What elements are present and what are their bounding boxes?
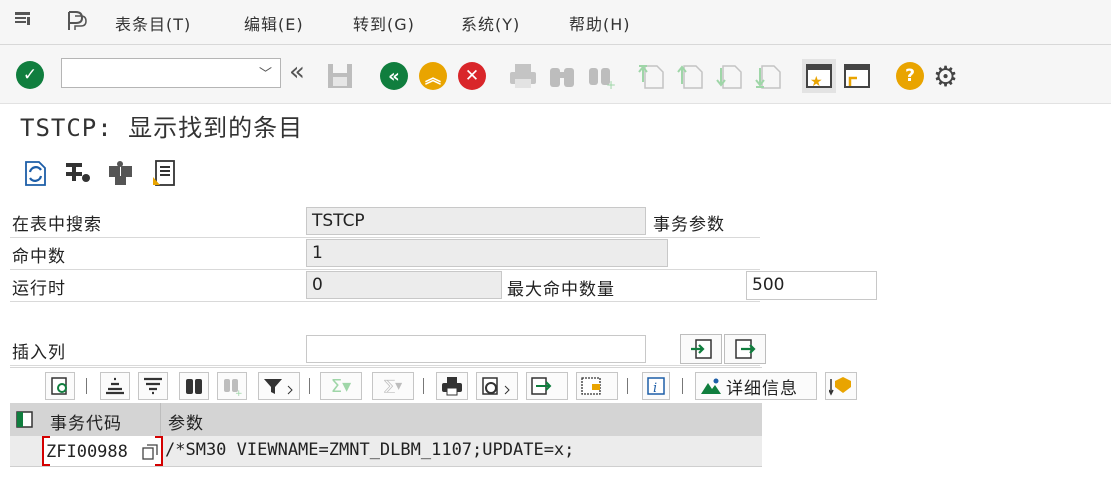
- standard-toolbar: ✓ ﹀ « « ︽ ✕ + ★ ? ⚙: [0, 45, 1111, 104]
- details-icon[interactable]: [45, 372, 75, 400]
- insert-column-before-button[interactable]: [680, 334, 722, 364]
- menu-goto[interactable]: 转到(G): [353, 11, 415, 35]
- collapse-icon[interactable]: «: [289, 59, 305, 85]
- runtime-field: 0: [306, 271, 502, 299]
- menu-help[interactable]: 帮助(H): [569, 11, 631, 35]
- grid-header: 事务代码 参数: [10, 403, 762, 436]
- sort-descending-icon[interactable]: [138, 372, 168, 400]
- menu-bar: 表条目(T) 编辑(E) 转到(G) 系统(Y) 帮助(H): [0, 0, 1111, 45]
- exit-icon[interactable]: ︽: [419, 62, 447, 90]
- filter-icon[interactable]: [258, 372, 300, 400]
- last-page-icon[interactable]: [754, 62, 782, 90]
- puzzle-icon[interactable]: [106, 156, 136, 190]
- find-icon[interactable]: [179, 372, 209, 400]
- export-icon[interactable]: [150, 156, 180, 190]
- mountain-icon: [701, 378, 721, 394]
- menu-table-entry[interactable]: 表条目(T): [115, 11, 191, 35]
- separator: [423, 378, 424, 394]
- copy-icon[interactable]: [142, 444, 158, 464]
- alv-toolbar: + Σ▾ ⅀▾ i 详细信息: [10, 367, 857, 404]
- separator: [682, 378, 683, 394]
- sum-icon[interactable]: Σ▾: [320, 372, 362, 400]
- max-hits-field[interactable]: 500: [746, 271, 877, 300]
- find-icon[interactable]: [547, 62, 577, 90]
- insert-column-label: 插入列: [12, 343, 66, 363]
- menu-system[interactable]: 系统(Y): [461, 11, 520, 35]
- back-icon[interactable]: «: [380, 62, 408, 90]
- chevron-down-icon[interactable]: ﹀: [259, 63, 272, 82]
- detail-button[interactable]: 详细信息: [695, 372, 817, 400]
- create-session-icon[interactable]: ★: [802, 59, 836, 93]
- cancel-icon[interactable]: ✕: [458, 62, 486, 90]
- separator: [309, 378, 310, 394]
- menu-edit[interactable]: 编辑(E): [244, 11, 304, 35]
- sap-logo-icon[interactable]: [66, 10, 88, 32]
- shortcut-icon[interactable]: [842, 62, 872, 90]
- search-table-label: 在表中搜索: [12, 215, 102, 235]
- insert-column-field[interactable]: [306, 335, 646, 363]
- svg-text:i: i: [653, 381, 657, 396]
- find-next-icon[interactable]: +: [217, 372, 247, 400]
- save-icon[interactable]: [326, 62, 354, 90]
- export-icon[interactable]: [526, 372, 568, 400]
- table-row[interactable]: ZFI00988 /*SM30 VIEWNAME=ZMNT_DLBM_1107;…: [10, 436, 762, 467]
- layout-icon[interactable]: [576, 372, 618, 400]
- page-title: TSTCP: 显示找到的条目: [20, 114, 304, 142]
- print-icon[interactable]: [508, 62, 538, 90]
- param-value: /*SM30 VIEWNAME=ZMNT_DLBM_1107;UPDATE=x;: [165, 440, 575, 460]
- column-header-param[interactable]: 参数: [168, 409, 204, 434]
- column-header-tcode[interactable]: 事务代码: [50, 409, 122, 434]
- tcode-cell[interactable]: ZFI00988: [42, 436, 163, 466]
- print-icon[interactable]: [436, 372, 468, 400]
- hits-label: 命中数: [12, 247, 66, 267]
- enter-icon[interactable]: ✓: [16, 61, 44, 89]
- max-hits-label: 最大命中数量: [507, 280, 615, 300]
- check-table-icon[interactable]: [63, 156, 93, 190]
- insert-column-after-button[interactable]: [724, 334, 766, 364]
- info-icon[interactable]: i: [642, 372, 670, 400]
- runtime-label: 运行时: [12, 279, 66, 299]
- previous-page-icon[interactable]: [676, 62, 704, 90]
- next-page-icon[interactable]: [715, 62, 743, 90]
- sort-ascending-icon[interactable]: [100, 372, 130, 400]
- help-icon[interactable]: ?: [896, 62, 924, 90]
- settings-icon[interactable]: ⚙: [933, 60, 958, 93]
- first-page-icon[interactable]: [637, 62, 665, 90]
- find-next-icon[interactable]: +: [586, 62, 616, 90]
- separator: [627, 378, 628, 394]
- search-table-field[interactable]: TSTCP: [306, 207, 646, 235]
- svg-text:★: ★: [810, 74, 823, 90]
- svg-text:+: +: [606, 78, 616, 90]
- detail-button-label: 详细信息: [726, 378, 798, 399]
- view-icon[interactable]: [476, 372, 518, 400]
- search-table-description: 事务参数: [653, 215, 725, 235]
- hits-field: 1: [306, 239, 668, 267]
- subtotal-icon[interactable]: ⅀▾: [372, 372, 414, 400]
- tcode-value: ZFI00988: [46, 442, 128, 462]
- refresh-icon[interactable]: [20, 156, 50, 190]
- separator: [86, 378, 87, 394]
- select-all-icon[interactable]: [16, 411, 34, 433]
- svg-text:+: +: [235, 389, 242, 396]
- menu-icon[interactable]: [14, 10, 32, 28]
- sort-info-icon[interactable]: [825, 372, 857, 400]
- command-field[interactable]: ﹀: [61, 58, 281, 88]
